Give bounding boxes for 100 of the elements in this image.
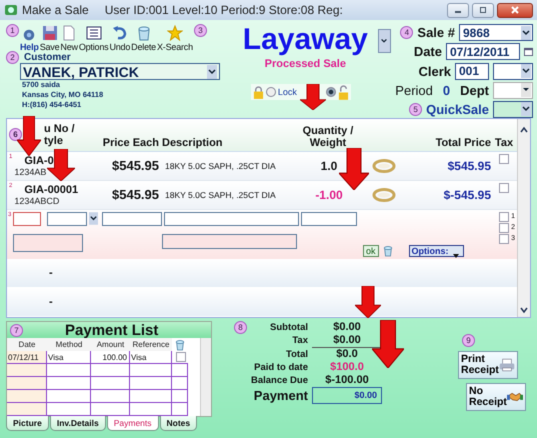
payment-label: Payment — [252, 387, 308, 404]
sku-text: GIA-0 — [23, 154, 54, 167]
clerk-field[interactable]: 001 — [455, 62, 489, 80]
total-label: Balance Due — [250, 374, 308, 387]
panel-tab[interactable]: Inv.Details — [50, 416, 106, 431]
date-field[interactable]: 07/12/2011 — [446, 43, 520, 60]
table-cell — [172, 390, 188, 403]
total-label: Total — [285, 348, 308, 360]
option-checkbox[interactable] — [499, 212, 510, 222]
tax-checkbox[interactable] — [499, 182, 509, 193]
row-checkbox[interactable] — [176, 352, 186, 362]
delete-tool-button[interactable]: Delete — [131, 25, 156, 52]
maximize-button[interactable] — [472, 2, 494, 18]
price-input[interactable] — [102, 212, 162, 226]
new-tool-button[interactable]: New — [60, 25, 78, 52]
ring-drawing — [372, 186, 396, 203]
help-tool-button[interactable]: Help — [20, 29, 39, 52]
close-button[interactable] — [497, 2, 533, 18]
step-badge: 6 — [9, 128, 22, 142]
period-value: 0 — [442, 82, 450, 98]
lock-radio[interactable] — [266, 87, 276, 97]
price-each: $545.95 — [111, 187, 159, 202]
payment-field[interactable]: $0.00 — [312, 387, 382, 404]
save-tool-button[interactable]: Save — [40, 25, 60, 52]
trash-icon[interactable] — [382, 244, 393, 257]
table-cell — [91, 390, 130, 403]
padlock-icon — [252, 86, 264, 98]
panel-tab[interactable]: Picture — [6, 416, 49, 431]
step-badge: 2 — [6, 51, 19, 64]
star-tool-button[interactable]: X-Search — [157, 25, 193, 52]
options-dropdown-button[interactable]: Options: — [408, 244, 464, 257]
item-code: 1234ABCD — [14, 196, 60, 206]
option-checkbox[interactable] — [499, 222, 510, 233]
unlock-radio[interactable] — [326, 87, 336, 97]
blank-page-icon — [61, 25, 78, 41]
step-badge: 4 — [400, 26, 414, 40]
sku-text: GIA-00001 — [23, 184, 78, 196]
table-cell — [130, 377, 172, 390]
type-dropdown[interactable] — [47, 212, 87, 226]
price-each: $545.95 — [111, 158, 159, 174]
print-receipt-button[interactable]: Print Receipt — [458, 351, 518, 379]
ring-drawing — [372, 158, 396, 174]
scroll-down-icon[interactable] — [519, 305, 529, 315]
table-cell — [130, 390, 172, 403]
session-info: User ID:001 Level:10 Period:9 Store:08 Reg: — [104, 3, 343, 17]
minimize-button[interactable] — [447, 2, 469, 18]
option-checkbox[interactable] — [499, 234, 510, 244]
scroll-up-icon[interactable] — [519, 125, 529, 135]
no-receipt-button[interactable]: No Receipt — [466, 383, 526, 411]
quicksale-label: QuickSale — [426, 102, 489, 117]
scrollbar[interactable] — [517, 119, 530, 317]
column-header: u No / tyle — [43, 122, 75, 147]
lock-label: Lock — [278, 87, 297, 97]
payment-list-title: Payment List — [65, 322, 158, 338]
step-badge: 3 — [194, 24, 207, 37]
ok-button[interactable]: ok — [363, 244, 379, 257]
step-badge: 9 — [462, 334, 475, 347]
total-label: Subtotal — [269, 321, 308, 334]
total-value: $-100.00 — [324, 374, 370, 387]
panel-tab[interactable]: Payments — [106, 416, 159, 431]
date-label: Date — [414, 44, 442, 60]
total-price: $-545.95 — [442, 188, 491, 202]
step-badge: 1 — [6, 24, 19, 37]
column-header: Price Each — [102, 136, 159, 149]
description-input[interactable] — [164, 212, 299, 226]
step-badge: 7 — [10, 324, 23, 336]
step-badge: 5 — [409, 102, 422, 116]
quicksale-dropdown[interactable] — [493, 100, 533, 118]
options-tool-button[interactable]: Options — [78, 25, 108, 52]
sku-input[interactable] — [13, 212, 41, 226]
total-price: $545.95 — [446, 158, 491, 173]
clerk-label: Clerk — [418, 64, 451, 78]
column-header: Date — [7, 338, 47, 351]
mode-title: Layaway — [242, 22, 368, 58]
table-cell — [47, 390, 91, 403]
table-cell: Visa — [130, 351, 172, 364]
item-description: 18KY 5.0C SAPH, .25CT DIA — [164, 160, 277, 171]
customer-dropdown[interactable]: VANEK, PATRICK — [20, 63, 220, 80]
mode-dropdown-button[interactable] — [378, 29, 391, 53]
notes-input[interactable] — [162, 234, 297, 249]
panel-tab[interactable]: Notes — [160, 416, 198, 431]
code-input[interactable] — [13, 234, 83, 252]
scrollbar[interactable] — [200, 338, 211, 416]
quantity-input[interactable] — [301, 212, 357, 226]
clerk-dropdown[interactable] — [493, 62, 533, 80]
total-label: Paid to date — [253, 361, 308, 374]
table-cell — [7, 403, 47, 416]
sale-number-dropdown[interactable]: 9868 — [459, 24, 533, 42]
app-icon — [4, 3, 18, 17]
undo-tool-button[interactable]: Undo — [109, 25, 130, 52]
tax-checkbox[interactable] — [499, 154, 509, 164]
calendar-icon[interactable] — [524, 47, 533, 56]
total-value: $100.0 — [329, 361, 365, 374]
trash-icon[interactable] — [175, 339, 185, 351]
help-icon — [23, 29, 36, 41]
column-header: Total Price — [436, 136, 491, 149]
item-description: 18KY 5.0C SAPH, .25CT DIA — [164, 190, 277, 200]
arrow-icon — [372, 320, 404, 368]
arrow-icon — [17, 116, 41, 156]
open-padlock-icon — [338, 84, 349, 100]
